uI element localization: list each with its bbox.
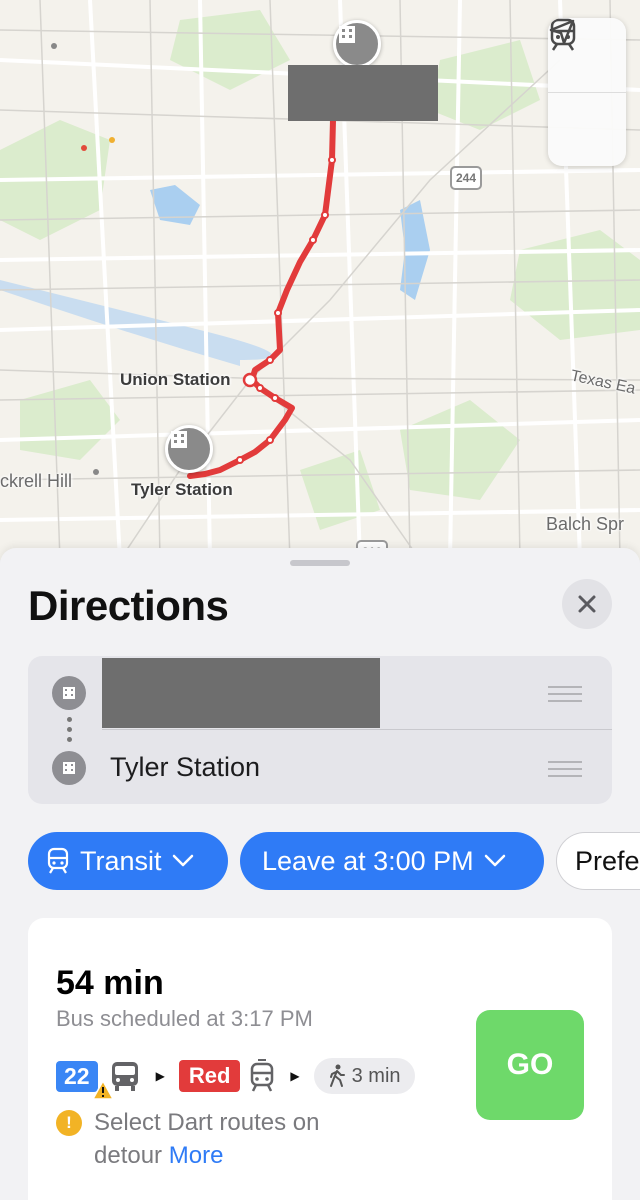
location-arrow-icon — [549, 19, 575, 45]
origin-label-redacted — [288, 65, 438, 121]
highway-244-shield: 244 — [450, 166, 483, 190]
train-icon — [47, 847, 69, 874]
origin-stop-icon — [52, 676, 86, 710]
rail-line-badge: Red — [178, 1060, 241, 1092]
map-controls — [548, 18, 626, 166]
building-icon — [63, 762, 75, 774]
walking-icon — [329, 1064, 345, 1087]
origin-reorder-handle[interactable] — [548, 686, 582, 707]
directions-sheet: Directions Tyler Station Transit Leave a… — [0, 548, 640, 1200]
trip-duration: 54 min — [56, 964, 164, 1002]
origin-pin[interactable] — [333, 20, 381, 68]
route-endpoints: Tyler Station — [28, 656, 612, 804]
tyler-station-label[interactable]: Tyler Station — [131, 480, 233, 500]
departure-time-chip[interactable]: Leave at 3:00 PM — [240, 832, 544, 890]
destination-pin[interactable] — [165, 425, 213, 473]
union-station-marker — [242, 372, 258, 388]
alert-message: Select Dart routes on detour More — [94, 1106, 386, 1172]
destination-field[interactable]: Tyler Station — [110, 752, 260, 783]
destination-stop-icon — [52, 751, 86, 785]
alert-icon: ! — [56, 1110, 82, 1136]
route-steps: 22 ▶ Red ▶ 3 min — [56, 1056, 415, 1100]
page-title: Directions — [28, 582, 229, 629]
balch-springs-label: Balch Spr — [546, 514, 625, 534]
step-arrow-icon: ▶ — [290, 1069, 300, 1083]
route-divider — [102, 729, 612, 730]
bus-route-badge: 22 — [56, 1060, 114, 1100]
bus-route-number: 22 — [64, 1062, 90, 1089]
route-option-card[interactable]: 54 min Bus scheduled at 3:17 PM 22 ▶ Red — [28, 918, 612, 1200]
walk-time: 3 min — [351, 1064, 401, 1087]
step-arrow-icon: ▶ — [155, 1069, 165, 1083]
warning-triangle-icon — [91, 1079, 114, 1100]
close-icon — [578, 595, 596, 613]
preferences-chip[interactable]: Prefe — [556, 832, 640, 890]
schedule-text: Bus scheduled at 3:17 PM — [56, 1006, 313, 1031]
go-button[interactable]: GO — [476, 1010, 584, 1120]
close-button[interactable] — [562, 579, 612, 629]
chevron-down-icon — [172, 854, 193, 867]
departure-time-label: Leave at 3:00 PM — [262, 845, 474, 876]
transport-mode-chip[interactable]: Transit — [28, 832, 228, 890]
building-icon — [171, 431, 187, 448]
transport-mode-label: Transit — [80, 845, 162, 876]
sheet-grabber[interactable] — [290, 560, 350, 566]
light-rail-icon — [251, 1059, 274, 1092]
current-location-button[interactable] — [548, 19, 626, 166]
walk-step: 3 min — [313, 1058, 415, 1094]
union-station-label[interactable]: Union Station — [120, 370, 230, 390]
alert-more-link[interactable]: More — [169, 1142, 224, 1169]
destination-reorder-handle[interactable] — [548, 761, 582, 782]
chevron-down-icon — [484, 854, 505, 867]
building-icon — [63, 687, 75, 699]
preferences-label: Prefe — [575, 845, 640, 876]
map-view[interactable]: Union Station Tyler Station ckrell Hill … — [0, 0, 640, 560]
origin-field-redacted[interactable] — [102, 658, 380, 728]
service-alert: ! Select Dart routes on detour More — [56, 1106, 386, 1172]
cockrell-hill-label: ckrell Hill — [0, 471, 72, 491]
building-icon — [339, 26, 355, 43]
